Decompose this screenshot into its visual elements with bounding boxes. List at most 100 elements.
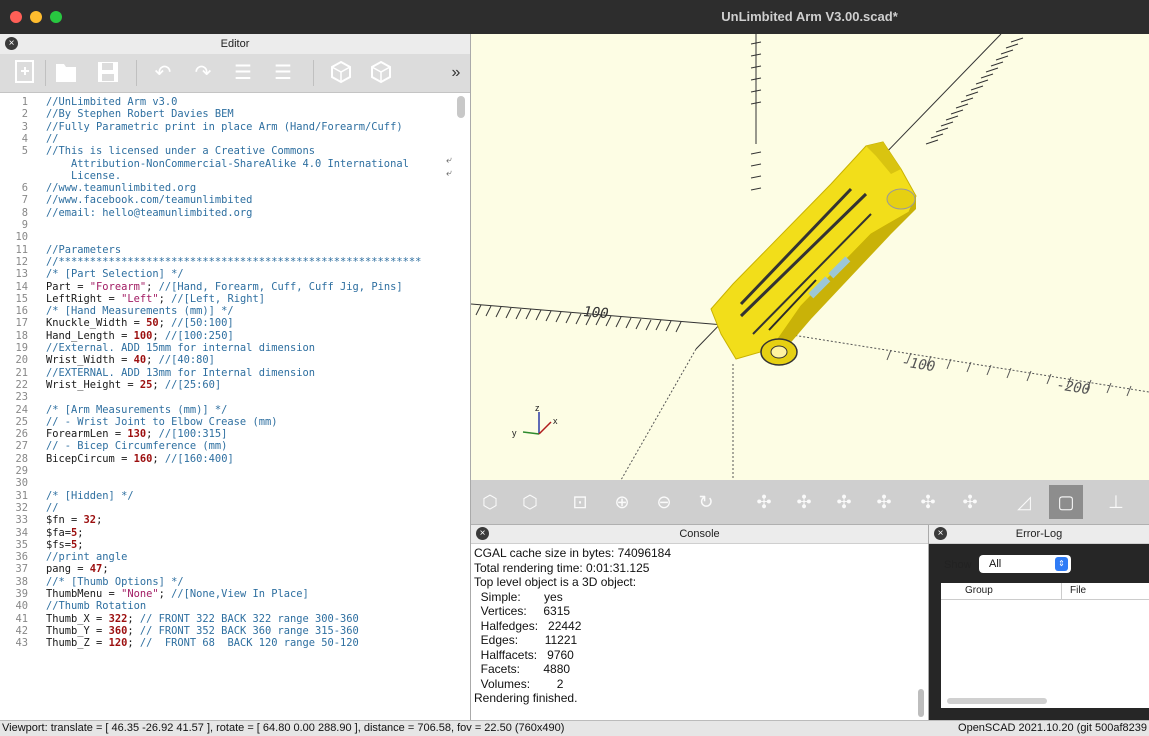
view-front-icon[interactable]: ✣ bbox=[915, 489, 941, 515]
column-group[interactable]: Group bbox=[965, 583, 993, 599]
code-line[interactable]: ForearmLen = 130; //[100:315] bbox=[46, 428, 227, 440]
code-line[interactable]: Knuckle_Width = 50; //[50:100] bbox=[46, 317, 234, 329]
code-token: //[50:100] bbox=[171, 317, 234, 330]
code-line[interactable]: //External. ADD 15mm for internal dimens… bbox=[46, 342, 315, 354]
code-line[interactable]: Part = "Forearm"; //[Hand, Forearm, Cuff… bbox=[46, 281, 403, 293]
save-icon[interactable] bbox=[95, 60, 121, 86]
code-line[interactable]: $fa=5; bbox=[46, 527, 84, 539]
code-line[interactable]: //print angle bbox=[46, 551, 127, 563]
line-number: 24 bbox=[15, 403, 28, 416]
code-line[interactable]: //* [Thumb Options] */ bbox=[46, 576, 184, 588]
code-line[interactable]: Wrist_Width = 40; //[40:80] bbox=[46, 354, 215, 366]
view-left-icon[interactable]: ✣ bbox=[871, 489, 897, 515]
open-file-icon[interactable] bbox=[54, 60, 80, 86]
code-line[interactable]: // bbox=[46, 133, 59, 145]
view-top-icon[interactable]: ✣ bbox=[791, 489, 817, 515]
view-toolbar: ⬡ ⬡ ⊡ ⊕ ⊖ ↻ ✣ ✣ ✣ ✣ ✣ ✣ ◿ ▢ ⊥ bbox=[471, 480, 1149, 525]
code-editor[interactable]: 1 //UnLimbited Arm v3.0 2 //By Stephen Robe… bbox=[0, 93, 455, 720]
code-token: ; bbox=[146, 354, 159, 367]
close-window-button[interactable] bbox=[10, 11, 22, 23]
code-token: ; bbox=[152, 452, 165, 465]
console-line: Simple: yes bbox=[474, 589, 563, 604]
code-line[interactable]: /* [Hidden] */ bbox=[46, 490, 134, 502]
code-line[interactable]: //Thumb Rotation bbox=[46, 600, 146, 612]
preview-icon[interactable]: ⬡ bbox=[477, 489, 503, 515]
code-line[interactable]: //www.teamunlimbited.org bbox=[46, 182, 196, 194]
window-titlebar: UnLimbited Arm V3.00.scad* bbox=[0, 0, 1149, 34]
code-line[interactable]: Thumb_Y = 360; // FRONT 352 BACK 360 ran… bbox=[46, 625, 359, 637]
zoom-out-icon[interactable]: ⊖ bbox=[651, 489, 677, 515]
preview-icon[interactable] bbox=[328, 60, 354, 86]
line-number: 43 bbox=[15, 637, 28, 650]
console-title: Console bbox=[679, 528, 720, 540]
code-line[interactable]: pang = 47; bbox=[46, 563, 109, 575]
3d-viewport[interactable]: 100 -100 -200 z y x bbox=[471, 34, 1149, 480]
view-right-icon[interactable]: ✣ bbox=[751, 489, 777, 515]
orthogonal-icon[interactable]: ▢ bbox=[1049, 485, 1083, 519]
forearm-model[interactable] bbox=[710, 141, 917, 366]
code-line[interactable]: Thumb_Z = 120; // FRONT 68 BACK 120 rang… bbox=[46, 637, 359, 649]
code-token: //External. ADD 15mm for internal dimens… bbox=[46, 342, 315, 354]
line-number: 28 bbox=[15, 452, 28, 465]
code-line[interactable]: /* [Hand Measurements (mm)] */ bbox=[46, 305, 234, 317]
code-line[interactable]: Wrist_Height = 25; //[25:60] bbox=[46, 379, 221, 391]
code-line[interactable]: // - Wrist Joint to Elbow Crease (mm) bbox=[46, 416, 277, 428]
code-line[interactable]: Attribution-NonCommercial-ShareAlike 4.0… bbox=[46, 158, 409, 170]
code-line[interactable]: //Fully Parametric print in place Arm (H… bbox=[46, 121, 403, 133]
view-back-icon[interactable]: ✣ bbox=[957, 489, 983, 515]
redo-icon[interactable]: ↷ bbox=[190, 60, 216, 86]
code-line[interactable]: //By Stephen Robert Davies BEM bbox=[46, 108, 234, 120]
code-token: //By Stephen Robert Davies BEM bbox=[46, 108, 234, 121]
perspective-icon[interactable]: ◿ bbox=[1011, 489, 1037, 515]
column-file[interactable]: File bbox=[1061, 583, 1086, 599]
code-line[interactable]: //**************************************… bbox=[46, 256, 421, 268]
code-line[interactable]: //EXTERNAL. ADD 13mm for Internal dimens… bbox=[46, 367, 315, 379]
unindent-icon[interactable]: ☰ bbox=[230, 60, 256, 86]
view-all-icon[interactable]: ⊡ bbox=[567, 489, 593, 515]
error-log-close-icon[interactable]: × bbox=[934, 527, 947, 540]
code-line[interactable]: $fs=5; bbox=[46, 539, 84, 551]
code-line[interactable]: //Parameters bbox=[46, 244, 121, 256]
undo-icon[interactable]: ↶ bbox=[150, 60, 176, 86]
zoom-window-button[interactable] bbox=[50, 11, 62, 23]
code-line[interactable]: //This is licensed under a Creative Comm… bbox=[46, 145, 315, 157]
code-line[interactable]: License. bbox=[46, 170, 121, 182]
code-line[interactable]: //www.facebook.com/teamunlimbited bbox=[46, 194, 252, 206]
error-log-panel: × Error-Log Show All ⇕ Group File bbox=[929, 525, 1149, 720]
code-line[interactable]: $fn = 32; bbox=[46, 514, 102, 526]
code-line[interactable]: /* [Arm Measurements (mm)] */ bbox=[46, 404, 227, 416]
reset-view-icon[interactable]: ↻ bbox=[693, 489, 719, 515]
console-close-icon[interactable]: × bbox=[476, 527, 489, 540]
code-line[interactable]: //UnLimbited Arm v3.0 bbox=[46, 96, 177, 108]
console-scrollbar[interactable] bbox=[918, 689, 924, 717]
editor-close-icon[interactable]: × bbox=[5, 37, 18, 50]
editor-scrollbar[interactable] bbox=[457, 96, 465, 118]
console-line: Facets: 4880 bbox=[474, 662, 571, 676]
code-line[interactable]: BicepCircum = 160; //[160:400] bbox=[46, 453, 234, 465]
error-log-scrollbar[interactable] bbox=[947, 698, 1047, 704]
code-token: Hand_Length = bbox=[46, 329, 134, 342]
code-line[interactable]: Thumb_X = 322; // FRONT 322 BACK 322 ran… bbox=[46, 613, 359, 625]
show-filter-select[interactable]: All ⇕ bbox=[979, 555, 1071, 573]
minimize-window-button[interactable] bbox=[30, 11, 42, 23]
error-log-table[interactable]: Group File bbox=[941, 583, 1149, 708]
view-bottom-icon[interactable]: ✣ bbox=[831, 489, 857, 515]
gizmo-x-label: x bbox=[553, 416, 558, 426]
code-line[interactable]: LeftRight = "Left"; //[Left, Right] bbox=[46, 293, 265, 305]
code-line[interactable]: // bbox=[46, 502, 59, 514]
code-line[interactable]: /* [Part Selection] */ bbox=[46, 268, 184, 280]
code-line[interactable]: Hand_Length = 100; //[100:250] bbox=[46, 330, 234, 342]
error-log-table-header: Group File bbox=[941, 583, 1149, 600]
new-file-icon[interactable] bbox=[12, 60, 38, 86]
zoom-in-icon[interactable]: ⊕ bbox=[609, 489, 635, 515]
code-line[interactable]: //email: hello@teamunlimbited.org bbox=[46, 207, 252, 219]
code-line[interactable]: // - Bicep Circumference (mm) bbox=[46, 440, 227, 452]
render-icon[interactable]: ⬡ bbox=[517, 489, 543, 515]
line-number: 15 bbox=[15, 292, 28, 305]
code-line[interactable]: ThumbMenu = "None"; //[None,View In Plac… bbox=[46, 588, 309, 600]
axis-label-neg200: -200 bbox=[1055, 377, 1091, 398]
render-icon[interactable] bbox=[368, 60, 394, 86]
indent-icon[interactable]: ☰ bbox=[270, 60, 296, 86]
toolbar-overflow-icon[interactable]: » bbox=[443, 60, 469, 86]
axes-icon[interactable]: ⊥ bbox=[1103, 489, 1129, 515]
